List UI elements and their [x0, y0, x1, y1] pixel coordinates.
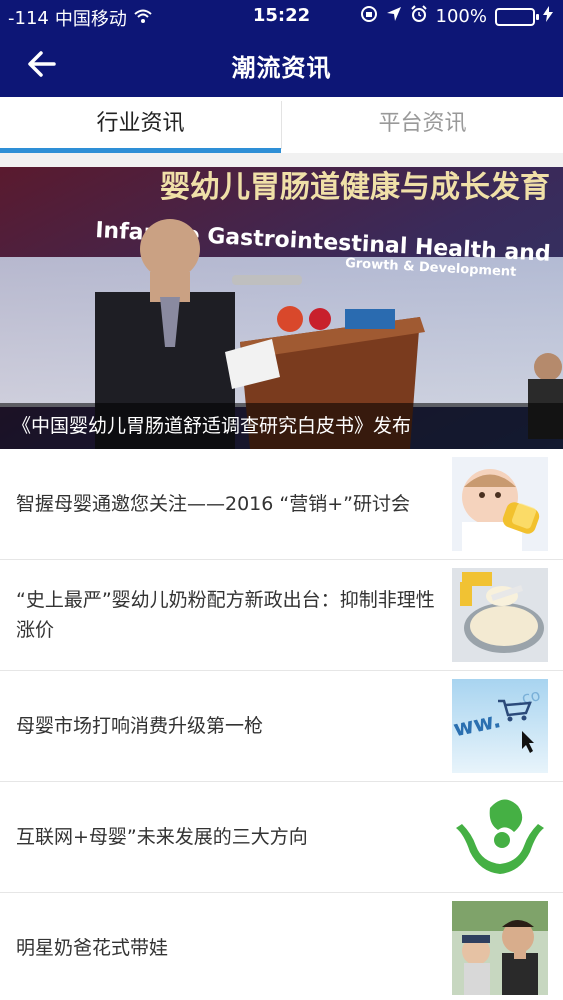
tab-industry-news[interactable]: 行业资讯: [0, 97, 281, 153]
news-title: 明星奶爸花式带娃: [16, 937, 169, 959]
charging-icon: [543, 6, 553, 27]
news-title: 母婴市场打响消费升级第一枪: [16, 715, 264, 737]
list-item[interactable]: “史上最严”婴幼儿奶粉配方新政出台：抑制非理性涨价: [0, 560, 563, 671]
tab-bar: 行业资讯 平台资讯: [0, 97, 563, 153]
battery-icon: [495, 7, 539, 26]
news-list: 智握母婴通邀您关注——2016 “营销+”研讨会 “史上最严”婴幼儿奶粉配方新政…: [0, 449, 563, 1000]
mother-child-hands-logo: [452, 790, 548, 884]
banner-title-cn: 婴幼儿胃肠道健康与成长发育: [160, 170, 550, 205]
featured-caption: 《中国婴幼儿胃肠道舒适调查研究白皮书》发布: [0, 403, 563, 449]
status-right: 100%: [360, 5, 553, 28]
tab-platform-news[interactable]: 平台资讯: [282, 97, 563, 153]
list-item[interactable]: 明星奶爸花式带娃: [0, 893, 563, 1000]
rotation-lock-icon: [360, 5, 378, 28]
list-item[interactable]: 母婴市场打响消费升级第一枪 ww. .co: [0, 671, 563, 782]
list-item[interactable]: 互联网+母婴”未来发展的三大方向: [0, 782, 563, 893]
navigation-bar: 潮流资讯: [0, 32, 563, 96]
ecommerce-cart-image: ww. .co: [452, 679, 548, 773]
celebrity-dad-photo: [452, 901, 548, 995]
app-header: -114 中国移动 15:22 100% 潮流资讯: [0, 0, 563, 97]
milk-powder-image: [452, 568, 548, 662]
news-title: 智握母婴通邀您关注——2016 “营销+”研讨会: [16, 493, 411, 515]
news-title: 互联网+母婴”未来发展的三大方向: [16, 826, 308, 848]
news-title: “史上最严”婴幼儿奶粉配方新政出台：抑制非理性涨价: [16, 589, 435, 641]
alarm-icon: [410, 5, 428, 28]
featured-article[interactable]: 婴幼儿胃肠道健康与成长发育 Infantile Gastrointestinal…: [0, 167, 563, 449]
list-item[interactable]: 智握母婴通邀您关注——2016 “营销+”研讨会: [0, 449, 563, 560]
baby-bottle-image: [452, 457, 548, 551]
section-spacer: [0, 153, 563, 167]
page-title: 潮流资讯: [231, 54, 332, 82]
status-bar: -114 中国移动 15:22 100%: [0, 0, 563, 32]
location-icon: [386, 6, 402, 27]
battery-percent: 100%: [435, 6, 487, 27]
